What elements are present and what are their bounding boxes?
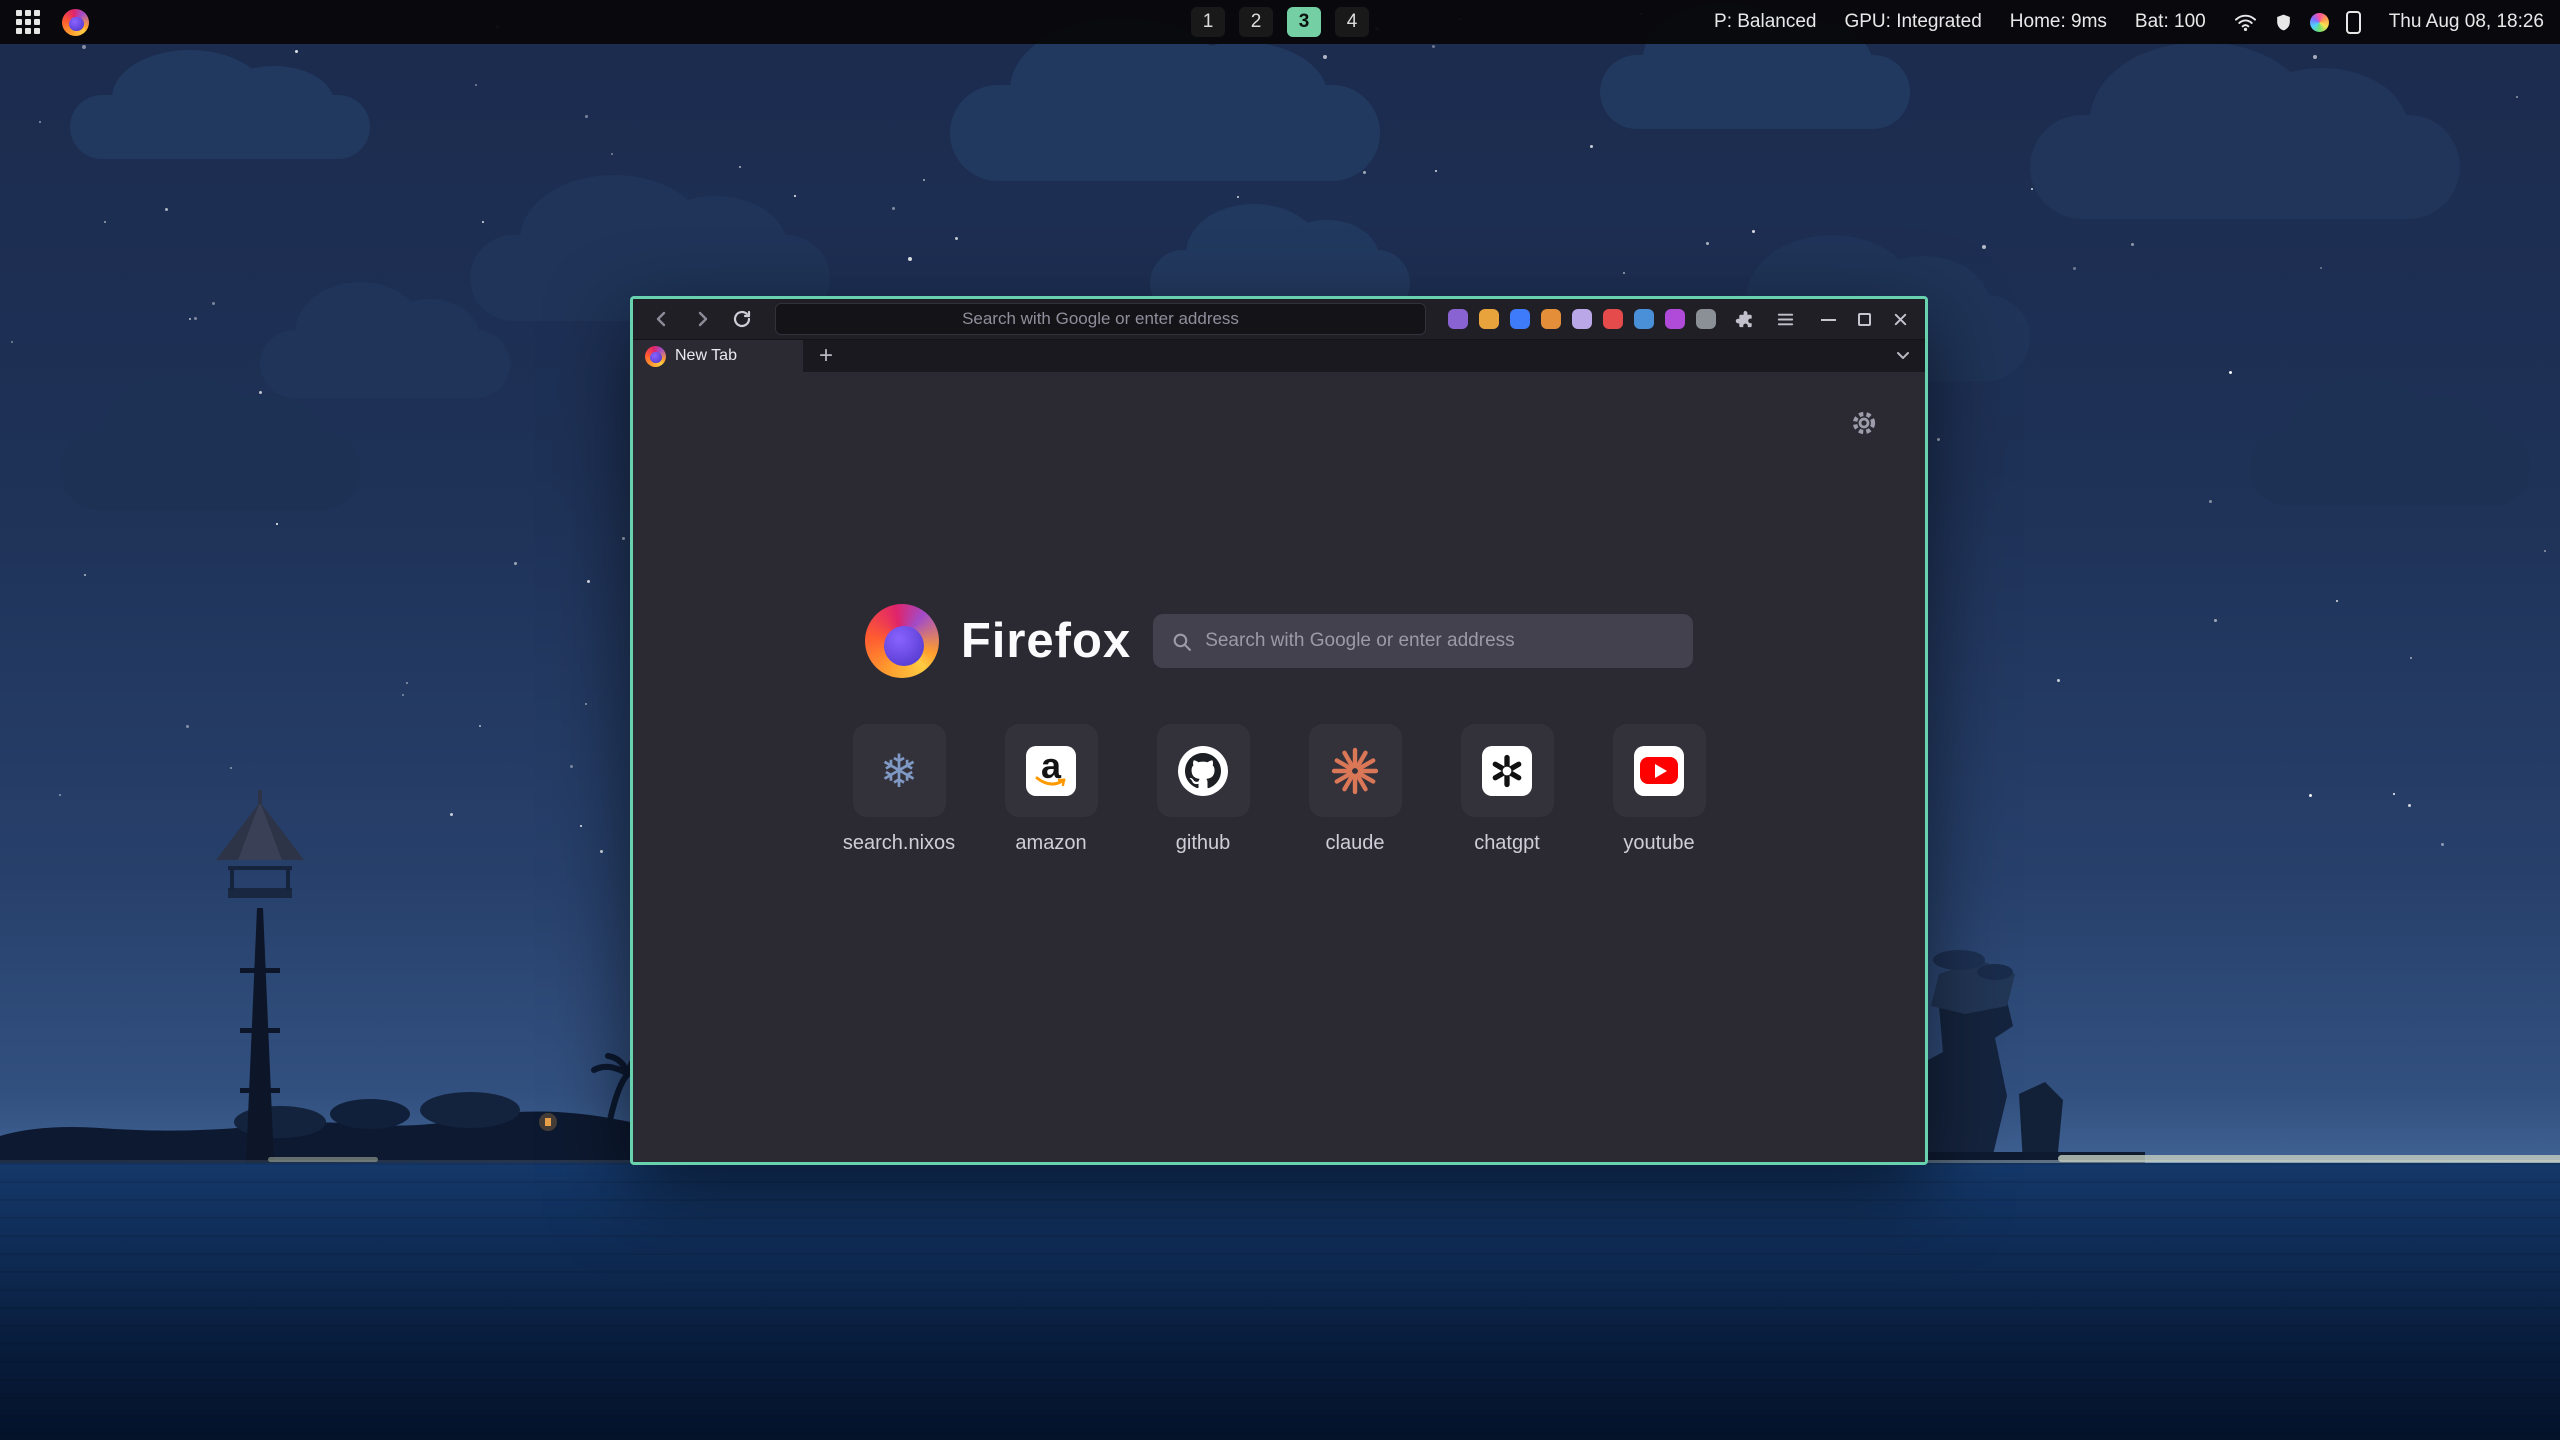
shortcut-label: github [1176, 832, 1231, 855]
menu-hamburger-icon[interactable] [1768, 303, 1802, 335]
cloud [260, 330, 510, 398]
minimize-button[interactable] [1820, 311, 1837, 328]
settings-gear-icon[interactable] [1849, 408, 1879, 441]
app-launcher-icon[interactable] [16, 10, 40, 34]
cloud [60, 430, 360, 510]
firefox-wordmark: Firefox [961, 613, 1131, 669]
shortcut-youtube[interactable]: youtube [1609, 724, 1709, 855]
shortcut-label: youtube [1623, 832, 1694, 855]
github-icon [1178, 746, 1228, 796]
shortcut-amazon[interactable]: a amazon [1001, 724, 1101, 855]
newtab-search-bar[interactable] [1153, 614, 1693, 668]
home-latency-status: Home: 9ms [2010, 11, 2107, 33]
extension-icon-2[interactable] [1479, 309, 1499, 329]
shortcut-tile [1309, 724, 1402, 817]
extensions-puzzle-icon[interactable] [1728, 303, 1762, 335]
newtab-hero: Firefox [633, 372, 1925, 678]
workspace-button-4[interactable]: 4 [1335, 7, 1369, 37]
workspace-button-1[interactable]: 1 [1191, 7, 1225, 37]
reload-button[interactable] [725, 303, 759, 335]
amazon-icon: a [1026, 746, 1076, 796]
chatgpt-icon [1482, 746, 1532, 796]
tab-bar: New Tab + [633, 340, 1925, 372]
browser-toolbar [633, 299, 1925, 340]
newtab-search-input[interactable] [1205, 630, 1675, 652]
new-tab-button[interactable]: + [819, 344, 833, 368]
firefox-window: New Tab + Firefox [630, 296, 1928, 1165]
youtube-play-icon [1640, 757, 1678, 784]
shortcut-grid: ❄ search.nixos a amazon [633, 724, 1925, 855]
extension-icons [1448, 309, 1716, 329]
shortcut-chatgpt[interactable]: chatgpt [1457, 724, 1557, 855]
color-wheel-icon[interactable] [2310, 13, 2329, 32]
new-tab-page: Firefox ❄ search.nixos a [633, 372, 1925, 1162]
shortcut-tile [1461, 724, 1554, 817]
cloud [2250, 430, 2530, 506]
firefox-logo [865, 604, 939, 678]
back-button[interactable] [645, 303, 679, 335]
shortcut-tile: a [1005, 724, 1098, 817]
clock: Thu Aug 08, 18:26 [2389, 11, 2544, 33]
list-tabs-chevron-icon[interactable] [1893, 340, 1913, 372]
extension-icon-5[interactable] [1572, 309, 1592, 329]
window-controls [1820, 311, 1909, 328]
workspace-button-3[interactable]: 3 [1287, 7, 1321, 37]
shortcut-claude[interactable]: claude [1305, 724, 1405, 855]
tab-new-tab[interactable]: New Tab [633, 340, 803, 372]
ocean [0, 1163, 2560, 1440]
cloud [70, 95, 370, 159]
search-icon [1171, 631, 1192, 652]
workspace-switcher: 1 2 3 4 [1191, 0, 1369, 44]
youtube-icon [1634, 746, 1684, 796]
claude-icon [1331, 747, 1379, 795]
far-shore [2058, 1155, 2560, 1162]
shortcut-label: claude [1326, 832, 1385, 855]
power-profile-status: P: Balanced [1714, 11, 1816, 33]
shortcut-label: chatgpt [1474, 832, 1540, 855]
shortcut-tile [1613, 724, 1706, 817]
extension-icon-3[interactable] [1510, 309, 1530, 329]
shortcut-tile [1157, 724, 1250, 817]
cloud [1600, 55, 1910, 129]
extension-icon-4[interactable] [1541, 309, 1561, 329]
shortcut-github[interactable]: github [1153, 724, 1253, 855]
rock-island-silhouette [1895, 856, 2145, 1163]
close-button[interactable] [1892, 311, 1909, 328]
cloud [2030, 115, 2460, 219]
firefox-icon[interactable] [62, 9, 89, 36]
cloud [950, 85, 1380, 181]
shortcut-tile: ❄ [853, 724, 946, 817]
extension-icon-9[interactable] [1696, 309, 1716, 329]
wifi-icon[interactable] [2234, 11, 2257, 34]
shortcut-search-nixos[interactable]: ❄ search.nixos [849, 724, 949, 855]
status-bar: 1 2 3 4 P: Balanced GPU: Integrated Home… [0, 0, 2560, 44]
extension-icon-6[interactable] [1603, 309, 1623, 329]
forward-button[interactable] [685, 303, 719, 335]
workspace-button-2[interactable]: 2 [1239, 7, 1273, 37]
battery-status: Bat: 100 [2135, 11, 2206, 33]
nixos-snowflake-icon: ❄ [880, 748, 919, 794]
maximize-button[interactable] [1856, 311, 1873, 328]
device-icon[interactable] [2346, 11, 2361, 34]
amazon-smile-icon [1035, 776, 1067, 789]
extension-icon-7[interactable] [1634, 309, 1654, 329]
shield-icon[interactable] [2274, 12, 2293, 33]
shortcut-label: amazon [1015, 832, 1086, 855]
firefox-favicon [645, 346, 666, 367]
extension-icon-8[interactable] [1665, 309, 1685, 329]
shortcut-label: search.nixos [843, 832, 955, 855]
url-bar[interactable] [775, 303, 1426, 335]
tab-title: New Tab [675, 347, 737, 365]
extension-icon-1[interactable] [1448, 309, 1468, 329]
url-input[interactable] [776, 309, 1425, 329]
island-sand [268, 1157, 378, 1162]
gpu-status: GPU: Integrated [1844, 11, 1981, 33]
